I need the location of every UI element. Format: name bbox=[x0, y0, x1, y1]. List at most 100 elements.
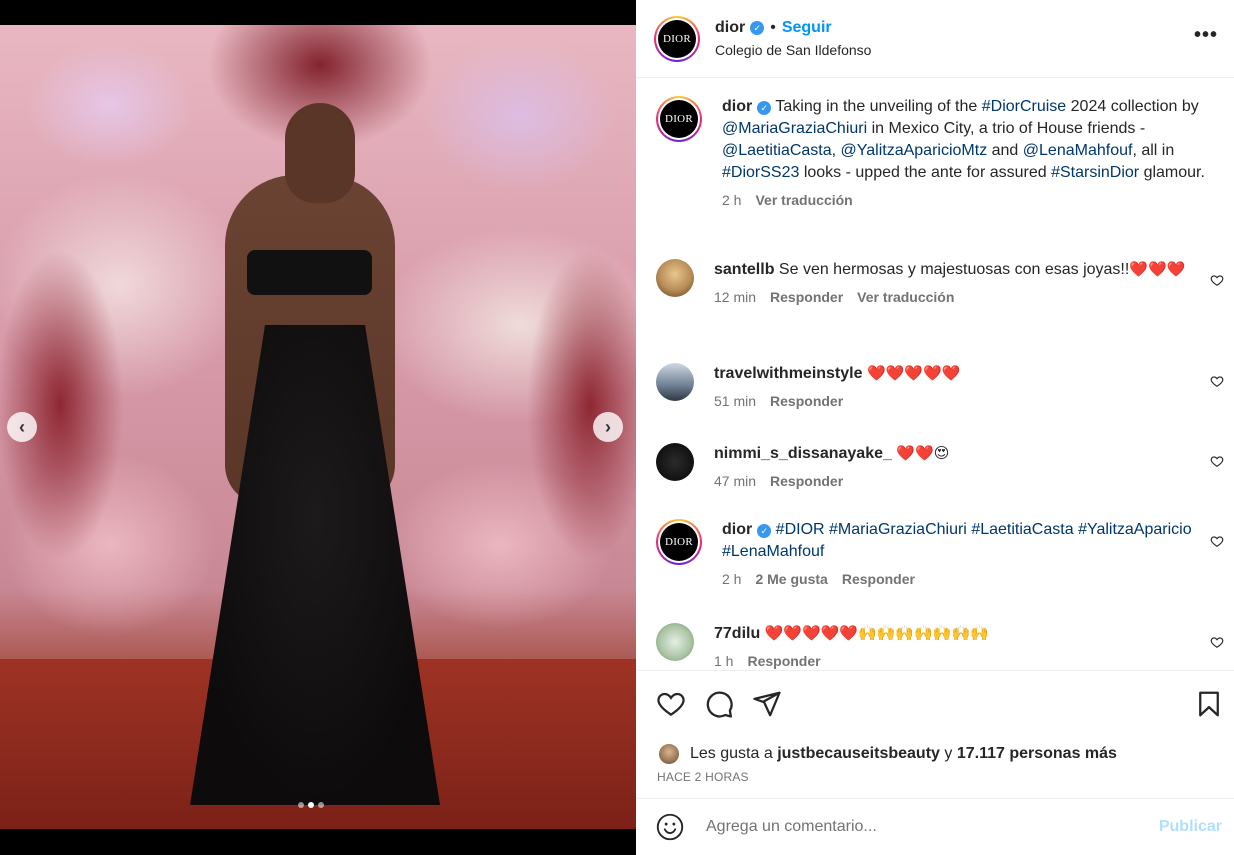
translate-link[interactable]: Ver traducción bbox=[755, 192, 852, 208]
comments-list[interactable]: DIOR dior ✓ Taking in the unveiling of th… bbox=[636, 79, 1234, 670]
caption-tag-link[interactable]: @MariaGraziaChiuri bbox=[722, 120, 867, 137]
like-comment-heart-icon[interactable] bbox=[1210, 534, 1224, 548]
avatar[interactable]: DIOR bbox=[656, 96, 702, 142]
caption-tag-link[interactable]: #DiorSS23 bbox=[722, 164, 799, 181]
verified-icon: ✓ bbox=[757, 524, 772, 538]
heart-icon[interactable] bbox=[656, 689, 686, 719]
caption-tag-link[interactable]: #DiorCruise bbox=[982, 98, 1066, 115]
likes-count[interactable]: 17.117 personas más bbox=[957, 745, 1117, 763]
likes-summary: Les gusta a justbecauseitsbeauty y 17.11… bbox=[658, 743, 1117, 765]
comment-icon[interactable] bbox=[704, 689, 734, 719]
comment-time: 2 h bbox=[722, 571, 742, 587]
like-comment-heart-icon[interactable] bbox=[1210, 374, 1224, 388]
like-comment-heart-icon[interactable] bbox=[1210, 635, 1224, 649]
comment-emojis: ❤️❤️😍 bbox=[896, 445, 950, 462]
author-username[interactable]: dior bbox=[715, 19, 745, 37]
media-panel: ‹ › bbox=[0, 0, 636, 855]
likes-and: y bbox=[944, 745, 953, 762]
carousel-dot-active bbox=[308, 802, 314, 808]
comment-likes[interactable]: 2 Me gusta bbox=[755, 571, 827, 587]
caption-segment: looks - upped the ante for assured bbox=[799, 164, 1052, 181]
verified-icon: ✓ bbox=[757, 101, 772, 115]
comment-username[interactable]: santellb bbox=[714, 261, 774, 278]
share-icon[interactable] bbox=[752, 689, 782, 719]
post-header: DIOR dior ✓ • Seguir Colegio de San Ilde… bbox=[636, 0, 1234, 78]
likes-prefix: Les gusta a bbox=[690, 745, 773, 762]
caption-segment: and bbox=[987, 142, 1023, 159]
separator: • bbox=[770, 19, 776, 36]
liker-username[interactable]: justbecauseitsbeauty bbox=[777, 745, 940, 763]
comment-row: nimmi_s_dissanayake_ ❤️❤️😍 47 min Respon… bbox=[656, 443, 1226, 489]
caption-segment: , bbox=[831, 142, 841, 159]
dior-logo: DIOR bbox=[660, 100, 698, 138]
reply-button[interactable]: Responder bbox=[770, 393, 843, 409]
post-timestamp[interactable]: HACE 2 HORAS bbox=[657, 770, 749, 784]
carousel-dot bbox=[318, 802, 324, 808]
comment-text: Se ven hermosas y majestuosas con esas j… bbox=[778, 261, 1130, 278]
reply-button[interactable]: Responder bbox=[842, 571, 915, 587]
photo-subject-top bbox=[247, 250, 372, 295]
caption-username[interactable]: dior bbox=[722, 98, 752, 115]
comment-emojis: ❤️❤️❤️❤️❤️🙌🙌🙌🙌🙌🙌🙌 bbox=[764, 625, 989, 642]
photo-subject-head bbox=[285, 103, 355, 203]
avatar[interactable] bbox=[656, 623, 694, 661]
comment-username[interactable]: travelwithmeinstyle bbox=[714, 365, 863, 382]
caption-tag-link[interactable]: @YalitzaAparicioMtz bbox=[841, 142, 988, 159]
publish-button[interactable]: Publicar bbox=[1159, 818, 1222, 836]
translate-link[interactable]: Ver traducción bbox=[857, 289, 954, 305]
avatar[interactable] bbox=[656, 363, 694, 401]
avatar[interactable] bbox=[656, 443, 694, 481]
avatar[interactable]: DIOR bbox=[656, 519, 702, 565]
caption-tag-link[interactable]: #StarsinDior bbox=[1051, 164, 1139, 181]
dior-logo: DIOR bbox=[658, 19, 696, 58]
avatar[interactable]: DIOR bbox=[654, 15, 700, 62]
comment-time: 1 h bbox=[714, 653, 734, 669]
comment-row: santellb Se ven hermosas y majestuosas c… bbox=[656, 259, 1226, 305]
comment-time: 12 min bbox=[714, 289, 757, 305]
caption-segment: 2024 collection by bbox=[1066, 98, 1199, 115]
caption-text: dior ✓ Taking in the unveiling of the #Di… bbox=[722, 96, 1226, 184]
caption-tag-link[interactable]: @LaetitiaCasta bbox=[722, 142, 832, 159]
comment-time: 47 min bbox=[714, 473, 757, 489]
comment-row: 77dilu ❤️❤️❤️❤️❤️🙌🙌🙌🙌🙌🙌🙌 1 h Responder bbox=[656, 623, 1226, 669]
hashtag-link[interactable]: #YalitzaAparicio bbox=[1078, 521, 1192, 538]
comment-username[interactable]: nimmi_s_dissanayake_ bbox=[714, 445, 892, 462]
post-actions: Les gusta a justbecauseitsbeauty y 17.11… bbox=[636, 670, 1234, 798]
reply-button[interactable]: Responder bbox=[747, 653, 820, 669]
avatar[interactable] bbox=[658, 743, 680, 765]
comment-row: DIOR dior ✓ #DIOR #MariaGraziaChiuri #Lae… bbox=[656, 519, 1226, 587]
details-panel: DIOR dior ✓ • Seguir Colegio de San Ilde… bbox=[636, 0, 1234, 855]
like-comment-heart-icon[interactable] bbox=[1210, 273, 1224, 287]
follow-button[interactable]: Seguir bbox=[782, 19, 832, 37]
post-photo[interactable] bbox=[0, 25, 636, 829]
hashtag-link[interactable]: #LaetitiaCasta bbox=[971, 521, 1073, 538]
verified-icon: ✓ bbox=[750, 21, 765, 35]
more-options-icon[interactable]: ••• bbox=[1194, 24, 1218, 53]
comment-row: travelwithmeinstyle ❤️❤️❤️❤️❤️ 51 min Re… bbox=[656, 363, 1226, 409]
caption-tag-link[interactable]: @LenaMahfouf bbox=[1023, 142, 1133, 159]
comment-emojis: ❤️❤️❤️❤️❤️ bbox=[866, 365, 961, 382]
emoji-icon[interactable] bbox=[656, 813, 684, 841]
avatar[interactable] bbox=[656, 259, 694, 297]
reply-button[interactable]: Responder bbox=[770, 473, 843, 489]
caption-segment: , all in bbox=[1132, 142, 1175, 159]
dior-logo: DIOR bbox=[660, 523, 698, 561]
hashtag-link[interactable]: #DIOR bbox=[776, 521, 825, 538]
comment-input[interactable] bbox=[706, 818, 1159, 836]
caption-segment: Taking in the unveiling of the bbox=[775, 98, 982, 115]
comment-username[interactable]: dior bbox=[722, 521, 752, 538]
chevron-right-icon[interactable]: › bbox=[593, 412, 623, 442]
hashtag-link[interactable]: #LenaMahfouf bbox=[722, 543, 824, 560]
comment-username[interactable]: 77dilu bbox=[714, 625, 760, 642]
like-comment-heart-icon[interactable] bbox=[1210, 454, 1224, 468]
chevron-left-icon[interactable]: ‹ bbox=[7, 412, 37, 442]
caption-segment: in Mexico City, a trio of House friends … bbox=[867, 120, 1146, 137]
reply-button[interactable]: Responder bbox=[770, 289, 843, 305]
location-link[interactable]: Colegio de San Ildefonso bbox=[715, 42, 1194, 58]
bookmark-icon[interactable] bbox=[1194, 689, 1224, 719]
carousel-indicators bbox=[298, 802, 324, 808]
carousel-dot bbox=[298, 802, 304, 808]
hashtag-link[interactable]: #MariaGraziaChiuri bbox=[829, 521, 967, 538]
caption-segment: glamour. bbox=[1139, 164, 1205, 181]
comment-form: Publicar bbox=[636, 798, 1234, 855]
